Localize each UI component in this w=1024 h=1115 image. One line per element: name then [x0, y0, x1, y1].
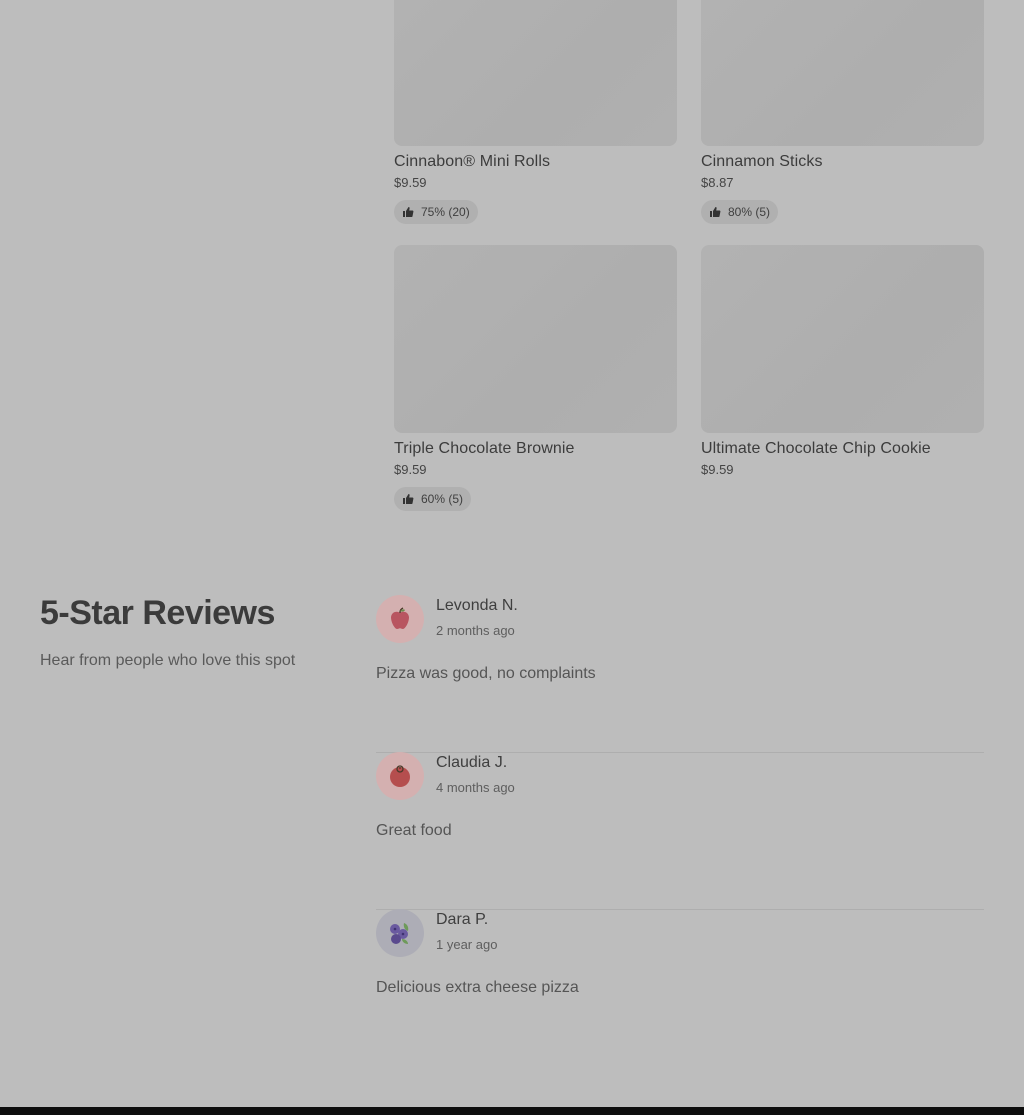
product-name[interactable]: Triple Chocolate Brownie — [394, 439, 677, 459]
product-name[interactable]: Cinnabon® Mini Rolls — [394, 152, 677, 172]
rating-badge: 80% (5) — [701, 200, 779, 224]
product-grid: Cinnabon® Mini Rolls $9.59 75% (20) Cinn… — [394, 0, 984, 535]
review-text: Great food — [376, 822, 452, 839]
apple-icon — [391, 607, 409, 629]
reviews-title: 5-Star Reviews — [40, 594, 275, 632]
review-date: 2 months ago — [436, 623, 515, 638]
thumbs-up-icon — [403, 494, 414, 504]
product-image[interactable] — [701, 245, 984, 433]
product-card[interactable]: Triple Chocolate Brownie $9.59 60% (5) — [394, 245, 677, 535]
rating-badge: 75% (20) — [394, 200, 478, 224]
footer-bar — [0, 1107, 1024, 1115]
product-price: $8.87 — [701, 175, 734, 190]
avatar — [376, 909, 424, 957]
review-date: 4 months ago — [436, 780, 515, 795]
avatar — [376, 752, 424, 800]
tomato-icon — [390, 765, 410, 787]
product-price: $9.59 — [394, 462, 427, 477]
rating-text: 60% (5) — [421, 492, 464, 506]
review-item: Claudia J. 4 months ago Great food — [376, 752, 984, 910]
reviewer-name: Claudia J. — [436, 754, 508, 771]
rating-text: 75% (20) — [421, 205, 470, 219]
thumbs-up-icon — [403, 207, 414, 217]
product-card[interactable]: Cinnamon Sticks $8.87 80% (5) — [701, 0, 984, 245]
product-image[interactable] — [394, 0, 677, 146]
review-item: Dara P. 1 year ago Delicious extra chees… — [376, 909, 984, 1066]
review-text: Pizza was good, no complaints — [376, 665, 596, 682]
thumbs-up-icon — [710, 207, 721, 217]
reviewer-name: Levonda N. — [436, 597, 518, 614]
product-card[interactable]: Ultimate Chocolate Chip Cookie $9.59 — [701, 245, 984, 535]
rating-text: 80% (5) — [728, 205, 771, 219]
product-card[interactable]: Cinnabon® Mini Rolls $9.59 75% (20) — [394, 0, 677, 245]
review-date: 1 year ago — [436, 937, 498, 952]
product-name[interactable]: Ultimate Chocolate Chip Cookie — [701, 439, 984, 459]
reviewer-name: Dara P. — [436, 911, 489, 928]
review-item: Levonda N. 2 months ago Pizza was good, … — [376, 595, 984, 753]
review-text: Delicious extra cheese pizza — [376, 979, 579, 996]
rating-badge: 60% (5) — [394, 487, 472, 511]
reviews-subtitle: Hear from people who love this spot — [40, 652, 296, 669]
product-image[interactable] — [701, 0, 984, 146]
avatar — [376, 595, 424, 643]
product-price: $9.59 — [394, 175, 427, 190]
product-image[interactable] — [394, 245, 677, 433]
blueberries-icon — [390, 923, 409, 944]
product-price: $9.59 — [701, 462, 734, 477]
product-name[interactable]: Cinnamon Sticks — [701, 152, 984, 172]
